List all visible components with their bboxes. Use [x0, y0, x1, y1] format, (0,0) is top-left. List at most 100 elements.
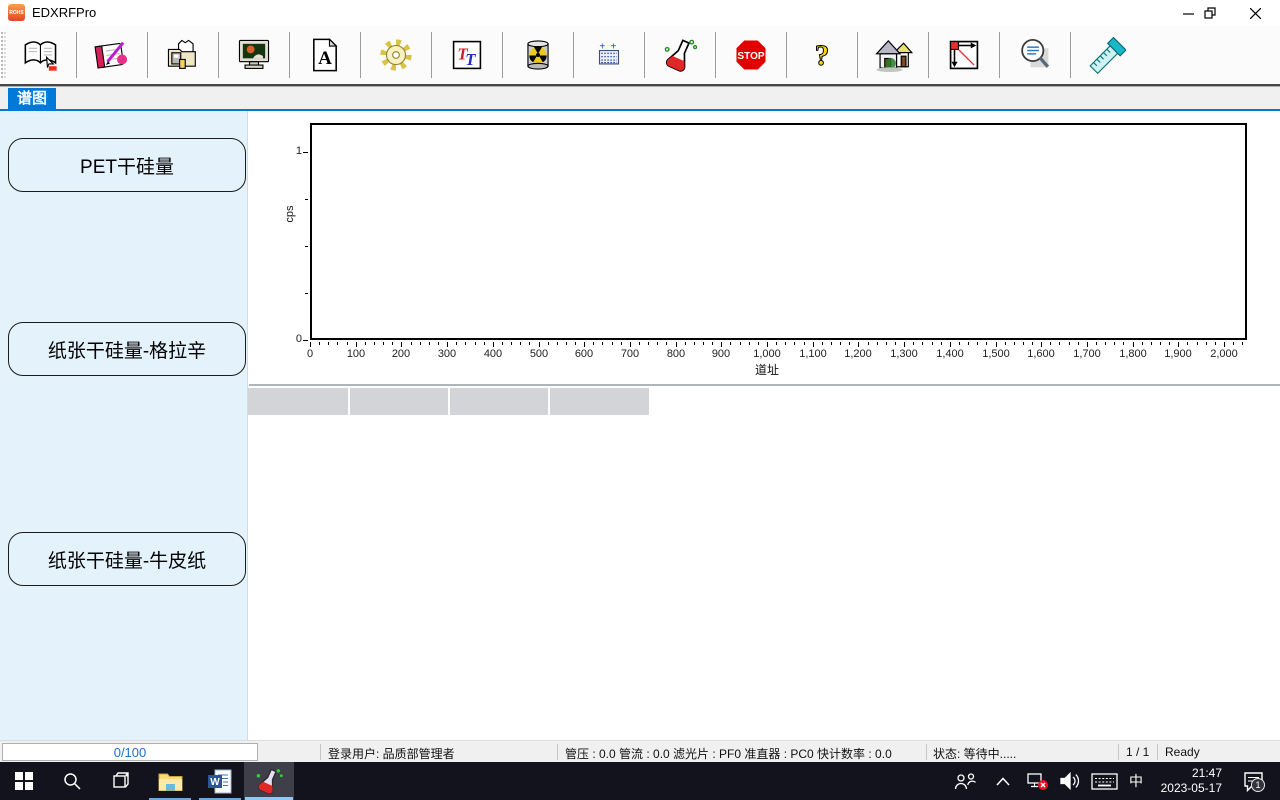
- x-tick-label: 1,300: [879, 348, 929, 360]
- edxrfpro-window: ROHS EDXRFPro: [0, 0, 1280, 800]
- tab-spectrum[interactable]: 谱图: [8, 88, 56, 110]
- network-status-button[interactable]: [1020, 762, 1054, 800]
- x-minor-tick: [977, 342, 978, 345]
- table-header-cell[interactable]: [450, 388, 548, 415]
- x-minor-tick: [456, 342, 457, 345]
- flask-icon: [661, 36, 699, 74]
- edxrfpro-taskbar-button[interactable]: [244, 762, 294, 800]
- x-tick-label: 200: [376, 348, 426, 360]
- settings-button[interactable]: [361, 29, 431, 81]
- chevron-up-icon: [996, 777, 1010, 786]
- x-tick-label: 400: [468, 348, 518, 360]
- x-minor-tick: [374, 342, 375, 345]
- table-header-cell[interactable]: [550, 388, 649, 415]
- open-spectrum-button[interactable]: [6, 29, 76, 81]
- x-major-tick: [858, 342, 859, 347]
- tray-expand-button[interactable]: [988, 762, 1018, 800]
- x-minor-tick: [968, 342, 969, 345]
- scale-button[interactable]: [929, 29, 999, 81]
- volume-button[interactable]: [1054, 762, 1086, 800]
- x-minor-tick: [1105, 342, 1106, 345]
- edit-method-button[interactable]: [77, 29, 147, 81]
- question-mark-icon: ?: [803, 36, 841, 74]
- search-icon: [62, 771, 82, 791]
- font-button[interactable]: T T: [432, 29, 502, 81]
- method-button-pet[interactable]: PET干硅量: [8, 138, 246, 192]
- spectrum-plot-area[interactable]: [310, 123, 1247, 340]
- x-tick-label: 1,100: [788, 348, 838, 360]
- svg-text:W: W: [210, 777, 220, 788]
- preview-button[interactable]: [1000, 29, 1070, 81]
- x-minor-tick: [575, 342, 576, 345]
- close-button[interactable]: [1238, 0, 1272, 26]
- file-explorer-button[interactable]: [146, 762, 194, 800]
- task-view-button[interactable]: [96, 762, 144, 800]
- x-minor-tick: [602, 342, 603, 345]
- report-button[interactable]: A: [290, 29, 360, 81]
- close-icon: [1250, 8, 1261, 19]
- display-button[interactable]: [219, 29, 289, 81]
- start-button[interactable]: [0, 762, 48, 800]
- method-button-glassine[interactable]: 纸张干硅量-格拉辛: [8, 322, 246, 376]
- x-tick-label: 1,600: [1016, 348, 1066, 360]
- stop-button[interactable]: STOP: [716, 29, 786, 81]
- x-minor-tick: [785, 342, 786, 345]
- x-minor-tick: [383, 342, 384, 345]
- x-minor-tick: [1151, 342, 1152, 345]
- x-major-tick: [813, 342, 814, 347]
- x-minor-tick: [1215, 342, 1216, 345]
- tab-bar: 谱图: [0, 86, 1280, 109]
- x-major-tick: [1087, 342, 1088, 347]
- people-button[interactable]: [946, 762, 984, 800]
- x-major-tick: [1133, 342, 1134, 347]
- state-status: 状态: 等待中.....: [933, 745, 1016, 762]
- x-major-tick: [493, 342, 494, 347]
- x-minor-tick: [1187, 342, 1188, 345]
- y-axis-label: cps: [284, 194, 296, 234]
- x-minor-tick: [804, 342, 805, 345]
- notification-count: 1: [1255, 780, 1260, 790]
- x-minor-tick: [1169, 342, 1170, 345]
- x-minor-tick: [1069, 342, 1070, 345]
- x-minor-tick: [392, 342, 393, 345]
- home-button[interactable]: [858, 29, 928, 81]
- taskbar-search-button[interactable]: [48, 762, 96, 800]
- help-button[interactable]: ?: [787, 29, 857, 81]
- clock[interactable]: 21:47 2023-05-17: [1144, 766, 1222, 796]
- x-tick-label: 700: [605, 348, 655, 360]
- measure-button[interactable]: [645, 29, 715, 81]
- x-minor-tick: [1233, 342, 1234, 345]
- table-header-cell[interactable]: [248, 388, 348, 415]
- x-major-tick: [630, 342, 631, 347]
- radiation-barrel-icon: [519, 36, 557, 74]
- x-tick-label: 0: [285, 348, 335, 360]
- x-minor-tick: [529, 342, 530, 345]
- abacus-icon: + +: [590, 36, 628, 74]
- restore-button[interactable]: [1193, 0, 1227, 26]
- x-major-tick: [584, 342, 585, 347]
- open-file-button[interactable]: [148, 29, 218, 81]
- word-processor-button[interactable]: W: [196, 762, 244, 800]
- table-header-cell[interactable]: [350, 388, 448, 415]
- y-major-tick: [303, 340, 308, 341]
- gear-icon: [377, 36, 415, 74]
- calibrate-button[interactable]: [1071, 29, 1141, 81]
- x-major-tick: [1224, 342, 1225, 347]
- x-major-tick: [721, 342, 722, 347]
- window-title: EDXRFPro: [32, 5, 96, 20]
- method-button-kraft[interactable]: 纸张干硅量-牛皮纸: [8, 532, 246, 586]
- x-minor-tick: [740, 342, 741, 345]
- touch-keyboard-button[interactable]: [1086, 762, 1122, 800]
- x-minor-tick: [648, 342, 649, 345]
- x-major-tick: [356, 342, 357, 347]
- xray-source-button[interactable]: [503, 29, 573, 81]
- open-book-icon: [22, 36, 60, 74]
- x-minor-tick: [657, 342, 658, 345]
- svg-text:A: A: [318, 48, 332, 69]
- ruler-icon: [1086, 35, 1126, 75]
- x-minor-tick: [1078, 342, 1079, 345]
- x-major-tick: [447, 342, 448, 347]
- x-tick-label: 300: [422, 348, 472, 360]
- counter-button[interactable]: + +: [574, 29, 644, 81]
- x-minor-tick: [612, 342, 613, 345]
